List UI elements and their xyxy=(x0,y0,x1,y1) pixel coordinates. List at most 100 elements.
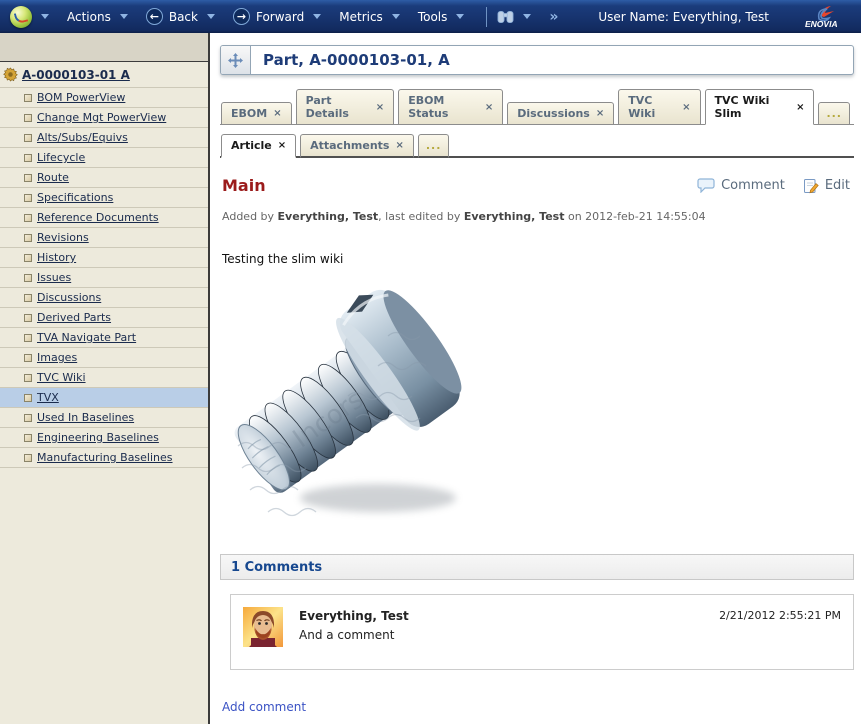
sidebar-item-label[interactable]: Images xyxy=(37,351,77,364)
tab-overflow[interactable]: ... xyxy=(417,134,450,158)
article-title: Main xyxy=(222,176,266,195)
comments-header-bar: 1 Comments xyxy=(220,554,854,580)
sidebar-item-lifecycle[interactable]: Lifecycle xyxy=(0,148,208,168)
search-button[interactable] xyxy=(497,10,532,24)
sidebar-item-used-in-baselines[interactable]: Used In Baselines xyxy=(0,408,208,428)
sidebar-item-specifications[interactable]: Specifications xyxy=(0,188,208,208)
sidebar-item-history[interactable]: History xyxy=(0,248,208,268)
tab-label: Part Details xyxy=(305,94,349,120)
byline-editor: Everything, Test xyxy=(463,210,565,223)
sidebar-item-label[interactable]: Issues xyxy=(37,271,71,284)
edit-button[interactable]: Edit xyxy=(803,178,850,194)
comment-button-label: Comment xyxy=(721,178,785,193)
tab-label: TVC Wiki Slim xyxy=(714,94,770,120)
tools-menu-label: Tools xyxy=(417,9,448,24)
sidebar-item-label[interactable]: Alts/Subs/Equivs xyxy=(37,131,128,144)
tab-discussions[interactable]: Discussions × xyxy=(507,102,615,125)
app-menu[interactable] xyxy=(10,5,49,28)
sidebar-item-label[interactable]: Route xyxy=(37,171,69,184)
tab-article[interactable]: Article × xyxy=(221,134,297,158)
sidebar-item-label[interactable]: History xyxy=(37,251,76,264)
sidebar-item-label[interactable]: Change Mgt PowerView xyxy=(37,111,166,124)
sidebar-item-tva-navigate-part[interactable]: TVA Navigate Part xyxy=(0,328,208,348)
close-icon[interactable]: × xyxy=(485,102,493,113)
tab-tvc-wiki[interactable]: TVC Wiki × xyxy=(618,89,701,125)
sidebar-item-label[interactable]: TVX xyxy=(37,391,59,404)
sidebar-item-bom-powerview[interactable]: BOM PowerView xyxy=(0,88,208,108)
sidebar-item-change-mgt-powerview[interactable]: Change Mgt PowerView xyxy=(0,108,208,128)
sidebar-item-label[interactable]: TVA Navigate Part xyxy=(37,331,136,344)
sidebar-item-alts-subs-equivs[interactable]: Alts/Subs/Equivs xyxy=(0,128,208,148)
comment-author: Everything, Test xyxy=(299,609,409,623)
comment-button[interactable]: Comment xyxy=(697,178,785,193)
sidebar-item-issues[interactable]: Issues xyxy=(0,268,208,288)
sidebar-item-discussions[interactable]: Discussions xyxy=(0,288,208,308)
page-icon xyxy=(24,293,32,302)
close-icon[interactable]: × xyxy=(278,140,286,151)
sidebar-item-manufacturing-baselines[interactable]: Manufacturing Baselines xyxy=(0,448,208,468)
chevron-down-icon[interactable] xyxy=(523,14,532,19)
chevron-down-icon[interactable] xyxy=(313,14,322,19)
byline-date: on 2012-feb-21 14:55:04 xyxy=(564,210,706,223)
actions-menu[interactable]: Actions xyxy=(67,10,128,24)
expand-title-button[interactable] xyxy=(221,46,251,74)
close-icon[interactable]: × xyxy=(273,108,281,119)
tools-menu[interactable]: Tools xyxy=(418,10,465,24)
close-icon[interactable]: × xyxy=(376,102,384,113)
close-icon[interactable]: × xyxy=(796,102,804,113)
sidebar-item-tvc-wiki[interactable]: TVC Wiki xyxy=(0,368,208,388)
comments-count-label: 1 Comments xyxy=(231,559,323,575)
tab-label: EBOM xyxy=(231,107,268,120)
sidebar-item-reference-documents[interactable]: Reference Documents xyxy=(0,208,208,228)
tab-label: Article xyxy=(231,139,272,152)
sidebar-item-label[interactable]: Specifications xyxy=(37,191,113,204)
sidebar-item-images[interactable]: Images xyxy=(0,348,208,368)
speech-bubble-icon xyxy=(697,178,715,193)
sidebar-item-label[interactable]: Used In Baselines xyxy=(37,411,134,424)
page-icon xyxy=(24,233,32,242)
metrics-menu[interactable]: Metrics xyxy=(339,10,400,24)
toolbar-overflow-chevrons[interactable]: » xyxy=(549,9,558,25)
sidebar-item-label[interactable]: Reference Documents xyxy=(37,211,159,224)
comment-text: And a comment xyxy=(299,628,395,642)
tab-ebom[interactable]: EBOM × xyxy=(221,102,292,125)
close-icon[interactable]: × xyxy=(395,140,403,151)
sidebar-item-label[interactable]: Revisions xyxy=(37,231,89,244)
tab-attachments[interactable]: Attachments × xyxy=(300,134,414,158)
sidebar-root-item[interactable]: A-0000103-01 A xyxy=(0,62,208,88)
sidebar-item-tvx[interactable]: TVX xyxy=(0,388,208,408)
sidebar-item-label[interactable]: TVC Wiki xyxy=(37,371,86,384)
tab-overflow[interactable]: ... xyxy=(818,102,850,125)
sidebar-item-label[interactable]: Derived Parts xyxy=(37,311,111,324)
close-icon[interactable]: × xyxy=(682,102,690,113)
tab-ebom-status[interactable]: EBOM Status × xyxy=(398,89,504,125)
enovia-brand: ENOVIA xyxy=(791,3,849,30)
sidebar-root-link[interactable]: A-0000103-01 A xyxy=(22,68,130,82)
sidebar-item-label[interactable]: BOM PowerView xyxy=(37,91,125,104)
user-name-label: User Name: Everything, Test xyxy=(598,9,769,24)
part-gear-icon xyxy=(3,67,18,82)
sidebar-item-engineering-baselines[interactable]: Engineering Baselines xyxy=(0,428,208,448)
sidebar-item-label[interactable]: Manufacturing Baselines xyxy=(37,451,173,464)
close-icon[interactable]: × xyxy=(596,108,604,119)
chevron-down-icon[interactable] xyxy=(206,14,215,19)
sidebar-item-derived-parts[interactable]: Derived Parts xyxy=(0,308,208,328)
back-button-label: Back xyxy=(168,9,198,24)
sidebar-item-label[interactable]: Discussions xyxy=(37,291,101,304)
sidebar-item-route[interactable]: Route xyxy=(0,168,208,188)
add-comment-link[interactable]: Add comment xyxy=(220,700,306,714)
tab-label: Discussions xyxy=(517,107,590,120)
overflow-dots-icon: ... xyxy=(826,107,842,120)
tab-tvc-wiki-slim[interactable]: TVC Wiki Slim × xyxy=(704,89,815,125)
back-button[interactable]: ← Back xyxy=(145,8,215,25)
sidebar-item-label[interactable]: Lifecycle xyxy=(37,151,85,164)
back-arrow-icon: ← xyxy=(145,8,163,25)
page-icon xyxy=(24,393,32,402)
forward-button-label: Forward xyxy=(255,9,305,24)
chevron-down-icon[interactable] xyxy=(41,14,49,19)
sidebar-item-revisions[interactable]: Revisions xyxy=(0,228,208,248)
chevron-down-icon xyxy=(456,14,465,19)
sidebar-item-label[interactable]: Engineering Baselines xyxy=(37,431,159,444)
tab-part-details[interactable]: Part Details × xyxy=(295,89,395,125)
forward-button[interactable]: → Forward xyxy=(232,8,322,25)
